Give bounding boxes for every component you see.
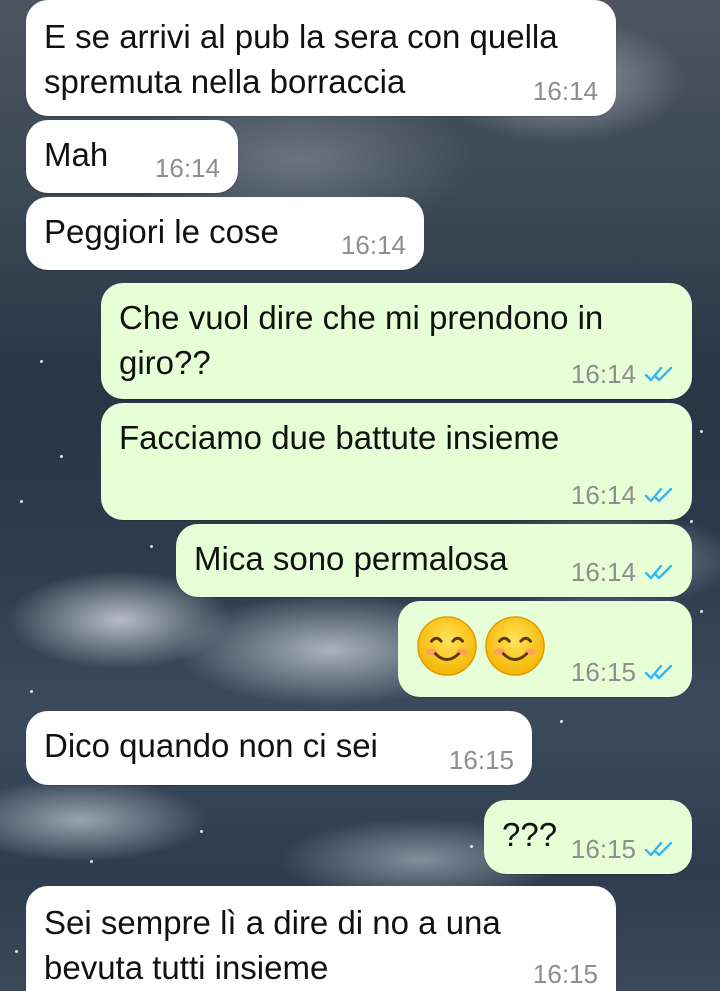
message-bubble-outgoing[interactable]: Facciamo due battute insieme 16:14	[101, 403, 692, 520]
message-text: Sei sempre lì a dire di no a una bevuta …	[44, 904, 501, 986]
message-bubble-outgoing[interactable]: ??? 16:15	[484, 800, 692, 874]
message-text: Facciamo due battute insieme	[119, 419, 560, 456]
message-text: Mica sono permalosa	[194, 540, 508, 577]
double-check-read-icon	[644, 664, 673, 680]
message-text: E se arrivi al pub la sera con quella sp…	[44, 18, 558, 100]
message-timestamp: 16:15	[532, 959, 598, 989]
message-meta: 16:15	[571, 657, 674, 687]
message-timestamp: 16:15	[448, 745, 514, 775]
message-timestamp: 16:14	[570, 480, 636, 510]
message-text: Mah	[44, 136, 109, 173]
smiling-face-icon	[485, 616, 545, 676]
double-check-read-icon	[644, 841, 673, 857]
message-text: Che vuol dire che mi prendono in giro??	[119, 299, 604, 381]
message-timestamp: 16:14	[532, 76, 598, 106]
message-bubble-incoming[interactable]: Mah 16:14	[26, 120, 238, 193]
message-timestamp: 16:14	[570, 359, 636, 389]
message-text: Peggiori le cose	[44, 213, 279, 250]
smiling-face-icon	[417, 616, 477, 676]
message-bubble-outgoing[interactable]: Che vuol dire che mi prendono in giro?? …	[101, 283, 692, 399]
message-bubble-incoming[interactable]: Peggiori le cose 16:14	[26, 197, 424, 270]
message-timestamp: 16:14	[570, 557, 636, 587]
message-bubble-outgoing[interactable]: 16:15	[398, 601, 692, 697]
message-meta: 16:15	[571, 834, 674, 864]
message-bubble-incoming[interactable]: Sei sempre lì a dire di no a una bevuta …	[26, 886, 616, 991]
message-timestamp: 16:14	[340, 230, 406, 260]
message-meta: 16:14	[155, 153, 220, 183]
message-meta: 16:14	[341, 230, 406, 260]
double-check-read-icon	[644, 487, 673, 503]
message-bubble-incoming[interactable]: Dico quando non ci sei 16:15	[26, 711, 532, 785]
message-timestamp: 16:15	[570, 834, 636, 864]
message-bubble-outgoing[interactable]: Mica sono permalosa 16:14	[176, 524, 692, 597]
message-timestamp: 16:14	[154, 153, 220, 183]
message-text: Dico quando non ci sei	[44, 727, 378, 764]
message-bubble-incoming[interactable]: E se arrivi al pub la sera con quella sp…	[26, 0, 616, 116]
emoji-message	[416, 615, 552, 677]
double-check-read-icon	[644, 366, 673, 382]
message-timestamp: 16:15	[570, 657, 636, 687]
double-check-read-icon	[644, 564, 673, 580]
message-meta: 16:14	[571, 480, 674, 510]
message-text: ???	[502, 816, 558, 853]
message-meta: 16:15	[533, 959, 598, 989]
message-meta: 16:14	[571, 359, 674, 389]
message-meta: 16:14	[571, 557, 674, 587]
message-meta: 16:15	[449, 745, 514, 775]
message-meta: 16:14	[533, 76, 598, 106]
